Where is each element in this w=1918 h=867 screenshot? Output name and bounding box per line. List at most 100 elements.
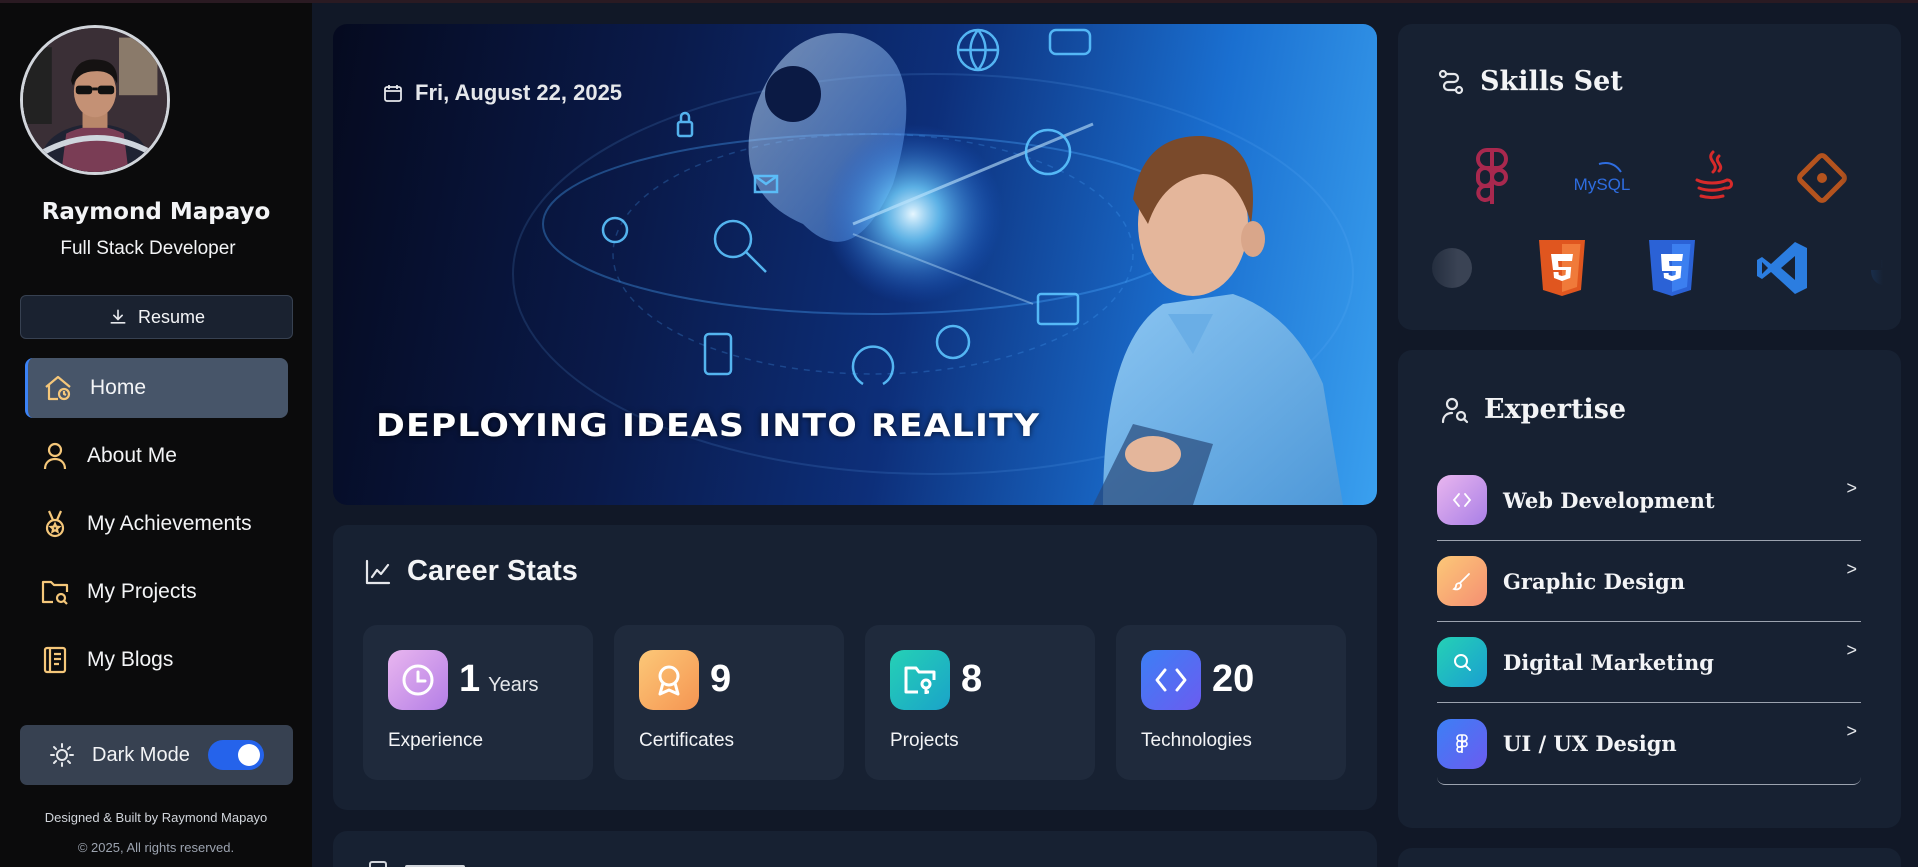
vscode-icon [1757,242,1807,294]
skill-figma [1463,146,1521,210]
medal-icon [45,510,65,538]
stat-value: 9 [710,658,739,701]
expertise-item-ui-ux-design[interactable]: UI / UX Design > [1437,703,1861,784]
next-section-card [333,831,1377,867]
resume-button[interactable]: Resume [20,295,293,339]
mysql-wordmark: MySQL [1574,175,1631,194]
skills-fade-left [1398,124,1458,324]
stat-number: 20 [1212,658,1255,700]
stat-label: Experience [388,730,484,751]
mysql-icon: MySQL [1574,162,1631,194]
calendar-icon [384,85,402,102]
sidebar-item-home[interactable]: Home [25,358,288,418]
folder-search-icon [41,580,69,605]
profile-role: Full Stack Developer [60,238,236,259]
stat-experience: 1 Years Experience [363,625,593,780]
stat-technologies: 20 Technologies [1116,625,1346,780]
brush-icon [1452,573,1470,591]
user-icon [43,442,67,470]
expertise-badge [1437,475,1487,525]
expertise-item-digital-marketing[interactable]: Digital Marketing > [1437,622,1861,703]
dark-mode-switch[interactable] [207,740,264,770]
search-icon [1454,654,1471,671]
skills-row-2 [1423,236,1901,300]
hero-date: Fri, August 22, 2025 [383,80,622,106]
sidebar-item-achievements[interactable]: My Achievements [25,494,288,554]
skill-mysql: MySQL [1573,146,1631,210]
expertise-label: Graphic Design [1503,568,1685,594]
stats-row: 1 Years Experience 9 Certificates 8 Proje… [363,625,1346,780]
award-icon [658,665,680,696]
figma-icon [1476,148,1508,204]
sidebar-item-label: My Achievements [87,512,252,535]
expertise-card: Expertise Web Development > Graphic Desi… [1398,350,1901,828]
expertise-label: Web Development [1503,487,1715,513]
sidebar-item-label: My Projects [87,580,197,603]
hero-headline: DEPLOYING IDEAS INTO REALITY [376,408,1041,444]
chevron-right-icon[interactable]: > [1846,721,1857,742]
stat-projects: 8 Projects [865,625,1095,780]
expertise-label: UI / UX Design [1503,731,1677,756]
hero-date-text: Fri, August 22, 2025 [415,80,623,105]
stat-icon-badge [639,650,699,710]
stat-unit: Years [488,674,539,696]
skill-css3 [1643,236,1701,300]
sidebar-item-projects[interactable]: My Projects [25,562,288,622]
chevron-right-icon[interactable]: > [1846,559,1857,580]
sidebar-item-about[interactable]: About Me [25,426,288,486]
figma-icon [1456,733,1468,753]
stat-number: 8 [961,658,983,700]
html5-icon [1539,240,1585,296]
home-icon [45,375,71,401]
hero-banner: Fri, August 22, 2025 DEPLOYING IDEAS INT… [333,24,1377,505]
sun-icon [50,743,74,767]
resume-label: Resume [137,306,206,327]
expertise-item-graphic-design[interactable]: Graphic Design > [1437,541,1861,622]
expertise-item-web-development[interactable]: Web Development > [1437,460,1861,541]
route-icon [1438,69,1464,94]
expertise-badge [1437,637,1487,687]
sidebar-nav: Home About Me My Achievements My Project… [25,358,288,698]
dark-mode-toggle[interactable]: Dark Mode [20,725,293,785]
stat-label: Certificates [639,730,735,751]
career-stats-title: Career Stats [407,555,578,587]
stat-number: 9 [710,658,732,700]
career-stats-header: Career Stats [363,555,578,588]
dark-mode-label: Dark Mode [92,743,190,766]
profile-name: Raymond Mapayo [41,199,271,225]
notebook-icon [43,646,67,674]
sidebar-item-blogs[interactable]: My Blogs [25,630,288,690]
stat-icon-badge [388,650,448,710]
expertise-list: Web Development > Graphic Design > Digit… [1437,460,1861,785]
skills-fade-right [1841,124,1901,324]
sidebar-item-label: Home [90,376,147,399]
stat-certificates: 9 Certificates [614,625,844,780]
footer-copyright: © 2025, All rights reserved. [77,840,235,855]
skills-row-1: MySQL [1463,146,1851,210]
sidebar-item-label: About Me [87,444,177,467]
stat-label: Projects [890,730,959,751]
stat-value: 1 Years [459,658,539,701]
stat-label: Technologies [1141,730,1252,751]
skill-vscode [1753,236,1811,300]
skills-title: Skills Set [1480,66,1623,97]
user-search-icon [1441,397,1469,423]
css3-icon [1649,240,1695,296]
avatar [20,25,170,175]
expertise-badge [1437,556,1487,606]
chevron-right-icon[interactable]: > [1846,640,1857,661]
stat-value: 8 [961,658,990,701]
chevron-right-icon[interactable]: > [1846,478,1857,499]
expertise-badge [1437,718,1487,769]
code-icon [1155,668,1187,692]
app-root: Raymond Mapayo Full Stack Developer Resu… [0,0,1918,867]
skills-header: Skills Set [1436,66,1623,97]
stat-icon-badge [1141,650,1201,710]
clock-icon [402,664,434,696]
sidebar: Raymond Mapayo Full Stack Developer Resu… [0,3,312,867]
chart-line-icon [365,559,391,584]
skills-card: Skills Set MySQL [1398,24,1901,330]
section-icon [369,861,387,867]
career-stats-card: Career Stats 1 Years Experience 9 Certifi… [333,525,1377,810]
expertise-label: Digital Marketing [1503,649,1714,675]
